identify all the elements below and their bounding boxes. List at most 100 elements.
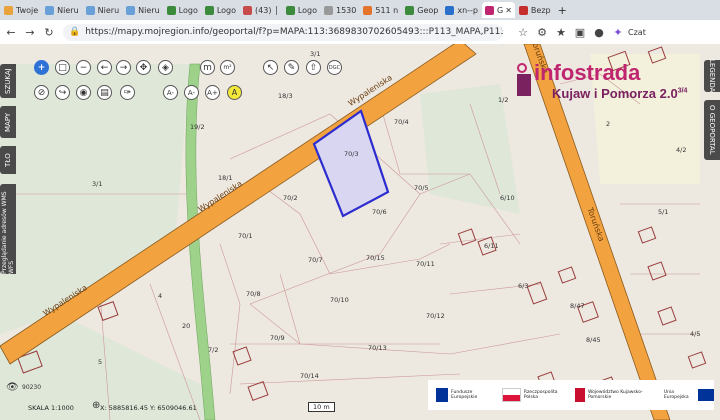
back-icon[interactable]: ← bbox=[3, 26, 19, 39]
browser-tab[interactable]: Nieru bbox=[123, 2, 163, 18]
tab-favicon-icon bbox=[45, 5, 55, 15]
parcel-label: 70/15 bbox=[366, 254, 385, 262]
parcel-label: 20 bbox=[182, 322, 191, 330]
font-normal-button[interactable]: A bbox=[227, 85, 242, 100]
lock-icon: 🔒 bbox=[69, 27, 81, 37]
draw-button[interactable]: ✎ bbox=[284, 60, 299, 75]
forward-view-button[interactable]: → bbox=[116, 60, 131, 75]
parcel-label: 8/45 bbox=[586, 336, 601, 344]
favorites-icon[interactable]: ★ bbox=[553, 26, 569, 39]
browser-tab[interactable]: G ✕ bbox=[482, 2, 515, 18]
browser-tab[interactable]: (43) │ bbox=[240, 2, 282, 18]
parcel-label: 4/2 bbox=[676, 146, 687, 154]
link-button[interactable]: ✑ bbox=[120, 85, 135, 100]
tab-o-geoportal[interactable]: O GEOPORTAL bbox=[704, 100, 720, 160]
identify-button[interactable]: ◉ bbox=[76, 85, 91, 100]
browser-tab[interactable]: Nieru bbox=[83, 2, 123, 18]
parcel-label: 70/7 bbox=[308, 256, 323, 264]
parcel-label: 70/2 bbox=[283, 194, 298, 202]
profile-label[interactable]: Czat bbox=[628, 28, 646, 37]
browser-tab[interactable]: Bezp bbox=[516, 2, 554, 18]
parcel-label: 70/3 bbox=[344, 150, 359, 158]
parcel-label: 70/13 bbox=[368, 344, 387, 352]
parcel-label: 70/9 bbox=[270, 334, 285, 342]
fe-logo-icon bbox=[436, 388, 449, 402]
measure-area-button[interactable]: m² bbox=[220, 60, 235, 75]
logo-title: infostrada bbox=[534, 60, 641, 85]
export-button[interactable]: ⇧ bbox=[306, 60, 321, 75]
tab-title: 511 n bbox=[375, 5, 399, 15]
parcel-label: 8/47 bbox=[570, 302, 585, 310]
tab-favicon-icon bbox=[285, 5, 295, 15]
parcel-label: 3/1 bbox=[310, 50, 321, 58]
full-extent-button[interactable]: ◈ bbox=[158, 60, 173, 75]
tab-przegladanie[interactable]: Przeglądanie adresów WMS WFS bbox=[0, 184, 16, 274]
reload-icon[interactable]: ↻ bbox=[41, 26, 57, 39]
font-increase-button[interactable]: A+ bbox=[205, 85, 220, 100]
clear-button[interactable]: ⊘ bbox=[34, 85, 49, 100]
map-canvas[interactable]: Wypaleniska Wypaleniska Wypaleniska Toru… bbox=[0, 44, 720, 420]
browser-tab[interactable]: Nieru bbox=[42, 2, 82, 18]
url-text: https://mapy.mojregion.info/geoportal/f?… bbox=[85, 27, 503, 37]
tab-favicon-icon bbox=[485, 5, 494, 15]
browser-tab[interactable]: Logo bbox=[283, 2, 320, 18]
tab-title: Nieru bbox=[57, 5, 79, 15]
tab-title: Geop bbox=[417, 5, 439, 15]
pl-flag-icon bbox=[501, 388, 521, 402]
star-icon[interactable]: ☆ bbox=[515, 26, 531, 39]
copilot-icon[interactable]: ✦ bbox=[610, 26, 626, 39]
tab-title: Logo bbox=[178, 5, 198, 15]
tab-title: xn--p bbox=[457, 5, 478, 15]
font-decrease-2-button[interactable]: A- bbox=[184, 85, 199, 100]
back-view-button[interactable]: ← bbox=[97, 60, 112, 75]
dgc-button[interactable]: DGC bbox=[327, 60, 342, 75]
share-button[interactable]: ↪ bbox=[55, 85, 70, 100]
tab-favicon-icon bbox=[204, 5, 214, 15]
font-decrease-1-button[interactable]: A- bbox=[163, 85, 178, 100]
parcel-label: 18/3 bbox=[278, 92, 293, 100]
measure-length-button[interactable]: m bbox=[200, 60, 215, 75]
extensions-icon[interactable]: ⚙ bbox=[534, 26, 550, 39]
zoom-in-button[interactable]: + bbox=[34, 60, 49, 75]
browser-tab-bar: Twoje Nieru Nieru Nieru Logo Logo (43) │ Logo 15… bbox=[0, 0, 720, 20]
browser-tab[interactable]: Logo bbox=[202, 2, 239, 18]
print-button[interactable]: ▤ bbox=[97, 85, 112, 100]
browser-tab[interactable]: Geop bbox=[402, 2, 441, 18]
browser-tab[interactable]: Logo bbox=[164, 2, 201, 18]
parcel-label: 4 bbox=[158, 292, 163, 300]
browser-tab[interactable]: 1530 bbox=[321, 2, 359, 18]
tab-title: Nieru bbox=[138, 5, 160, 15]
parcel-label: 19/2 bbox=[190, 123, 205, 131]
eye-icon[interactable]: 👁 bbox=[6, 382, 19, 393]
parcel-label: 18/1 bbox=[218, 174, 233, 182]
tab-tlo[interactable]: TŁO bbox=[0, 146, 16, 174]
close-tab-icon[interactable]: ✕ bbox=[505, 6, 512, 15]
forward-icon[interactable]: → bbox=[22, 26, 38, 39]
zoom-out-button[interactable]: − bbox=[76, 60, 91, 75]
scale-label: SKALA 1:1000 bbox=[28, 404, 74, 412]
parcel-label: 5/1 bbox=[658, 208, 669, 216]
tab-title: Bezp bbox=[530, 5, 551, 15]
tab-favicon-icon bbox=[4, 5, 13, 15]
woj-emblem-icon bbox=[574, 388, 585, 402]
tab-favicon-icon bbox=[166, 5, 176, 15]
tab-mapy[interactable]: MAPY bbox=[0, 106, 16, 138]
tab-favicon-icon bbox=[85, 5, 95, 15]
new-tab-button[interactable]: + bbox=[558, 4, 567, 17]
select-button[interactable]: ↖ bbox=[263, 60, 278, 75]
pan-button[interactable]: ✥ bbox=[136, 60, 151, 75]
parcel-label: 6/11 bbox=[484, 242, 499, 250]
browser-tab[interactable]: xn--p bbox=[442, 2, 481, 18]
avatar[interactable]: ● bbox=[591, 26, 607, 39]
url-field[interactable]: 🔒 https://mapy.mojregion.info/geoportal/… bbox=[63, 23, 503, 41]
parcel-label: 1/2 bbox=[498, 96, 509, 104]
zoom-box-button[interactable]: □ bbox=[55, 60, 70, 75]
tab-szukaj[interactable]: SZUKAJ bbox=[0, 64, 16, 98]
parcel-label: 6/3 bbox=[518, 282, 529, 290]
collections-icon[interactable]: ▣ bbox=[572, 26, 588, 39]
tab-title: (43) │ bbox=[255, 5, 279, 15]
parcel-label: 70/1 bbox=[238, 232, 253, 240]
browser-tab[interactable]: Twoje bbox=[1, 2, 41, 18]
browser-tab[interactable]: 511 n bbox=[360, 2, 401, 18]
tab-legenda[interactable]: LEGENDA bbox=[704, 59, 720, 93]
